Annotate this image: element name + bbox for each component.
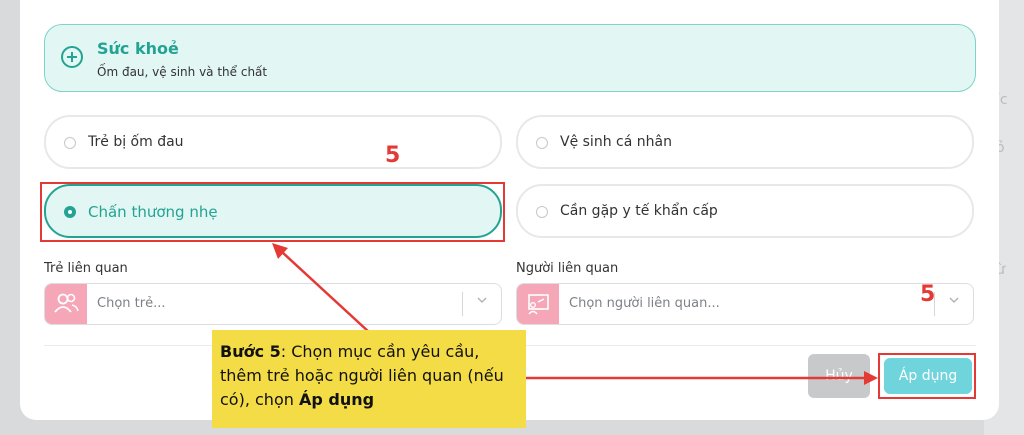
arrowhead-icon	[864, 371, 878, 385]
callout-step: Bước 5	[220, 342, 281, 361]
arrow-to-option	[281, 251, 371, 334]
tutorial-callout: Bước 5: Chọn mục cần yêu cầu, thêm trẻ h…	[212, 330, 526, 428]
callout-action: Áp dụng	[298, 390, 375, 409]
